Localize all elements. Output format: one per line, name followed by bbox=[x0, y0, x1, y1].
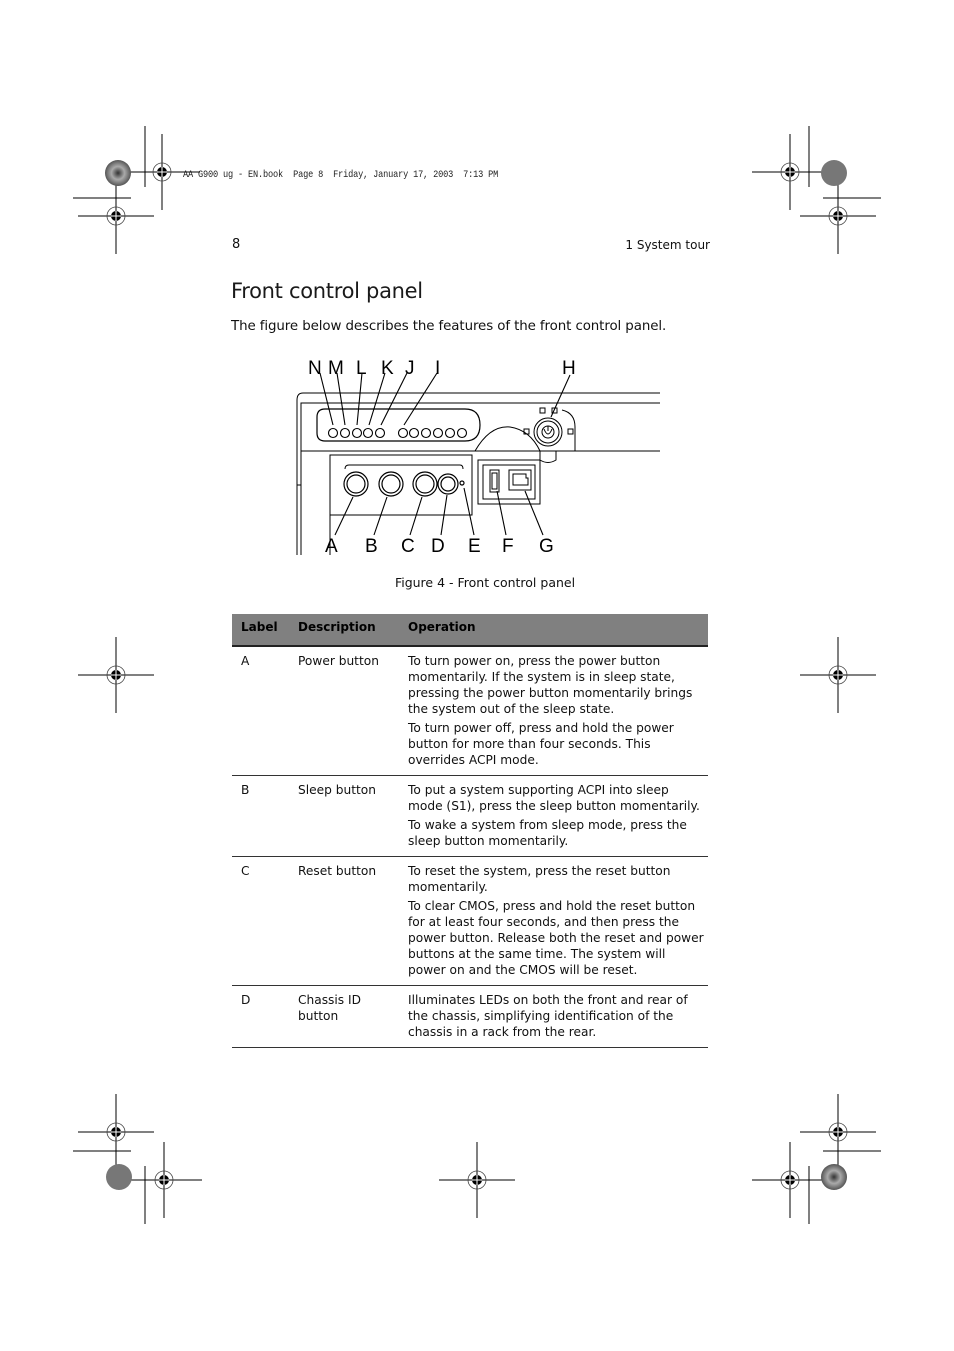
header-operation: Operation bbox=[399, 614, 708, 647]
row-description: Power button bbox=[289, 646, 399, 776]
callout-label: F bbox=[502, 536, 514, 555]
callout-label: J bbox=[405, 358, 415, 379]
row-operation: To reset the system, press the reset but… bbox=[399, 856, 708, 986]
page-number: 8 bbox=[232, 237, 241, 252]
row-label: B bbox=[232, 775, 289, 857]
callout-label: L bbox=[356, 358, 367, 379]
front-control-panel-figure: N M L K J I H A B C D E F G bbox=[296, 358, 660, 555]
registration-mark-icon bbox=[799, 177, 877, 255]
registration-mark-icon bbox=[799, 636, 877, 714]
row-label: A bbox=[232, 646, 289, 776]
operation-paragraph: To put a system supporting ACPI into sle… bbox=[408, 783, 700, 813]
callout-label: K bbox=[381, 358, 394, 379]
running-head: 1 System tour bbox=[625, 238, 710, 252]
callout-label: A bbox=[325, 536, 338, 555]
row-label: D bbox=[232, 985, 289, 1048]
registration-mark-icon bbox=[77, 1093, 155, 1171]
operation-paragraph: To reset the system, press the reset but… bbox=[408, 864, 671, 894]
table-row: A Power button To turn power on, press t… bbox=[232, 646, 708, 776]
power-keylock-icon bbox=[523, 407, 576, 463]
registration-mark-icon bbox=[77, 636, 155, 714]
table-row: D Chassis ID button Illuminates LEDs on … bbox=[232, 985, 708, 1048]
registration-mark-icon bbox=[751, 133, 829, 211]
operation-paragraph: Illuminates LEDs on both the front and r… bbox=[408, 993, 688, 1039]
header-description: Description bbox=[289, 614, 399, 647]
color-target-icon bbox=[106, 1164, 132, 1190]
front-buttons bbox=[343, 471, 465, 497]
color-target-icon bbox=[821, 1164, 847, 1190]
row-operation: To put a system supporting ACPI into sle… bbox=[399, 775, 708, 857]
operation-paragraph: To wake a system from sleep mode, press … bbox=[408, 818, 687, 848]
callout-label: B bbox=[365, 536, 378, 555]
row-description: Sleep button bbox=[289, 775, 399, 857]
registration-mark-icon bbox=[77, 177, 155, 255]
row-operation: Illuminates LEDs on both the front and r… bbox=[399, 985, 708, 1048]
figure-caption: Figure 4 - Front control panel bbox=[394, 575, 576, 590]
callout-label: I bbox=[435, 358, 440, 379]
callout-label: M bbox=[328, 358, 344, 379]
table-row: C Reset button To reset the system, pres… bbox=[232, 856, 708, 986]
controls-table: Label Description Operation A Power butt… bbox=[232, 614, 708, 1048]
status-leds bbox=[327, 427, 468, 439]
registration-mark-icon bbox=[438, 1141, 516, 1219]
section-title: Front control panel bbox=[231, 279, 423, 303]
operation-paragraph: To turn power off, press and hold the po… bbox=[408, 721, 674, 767]
operation-paragraph: To turn power on, press the power button… bbox=[408, 654, 693, 716]
color-target-icon bbox=[821, 160, 847, 186]
registration-mark-icon bbox=[751, 1141, 829, 1219]
callout-label: E bbox=[468, 536, 481, 555]
io-ports bbox=[477, 459, 541, 505]
table-row: B Sleep button To put a system supportin… bbox=[232, 775, 708, 857]
intro-paragraph: The figure below describes the features … bbox=[231, 319, 667, 334]
row-description: Chassis ID button bbox=[289, 985, 399, 1048]
registration-mark-icon bbox=[799, 1093, 877, 1171]
callout-label: G bbox=[539, 536, 554, 555]
registration-mark-icon bbox=[125, 1141, 203, 1219]
callout-label: N bbox=[308, 358, 322, 379]
row-label: C bbox=[232, 856, 289, 986]
callout-label: C bbox=[401, 536, 415, 555]
row-description: Reset button bbox=[289, 856, 399, 986]
callout-label: H bbox=[562, 358, 576, 379]
header-label: Label bbox=[232, 614, 289, 647]
callout-label: D bbox=[431, 536, 445, 555]
operation-paragraph: To clear CMOS, press and hold the reset … bbox=[408, 899, 704, 977]
row-operation: To turn power on, press the power button… bbox=[399, 646, 708, 776]
color-target-icon bbox=[105, 160, 131, 186]
table-header-row: Label Description Operation bbox=[232, 614, 708, 647]
print-slug-line: AA G900 ug - EN.book Page 8 Friday, Janu… bbox=[183, 169, 499, 181]
